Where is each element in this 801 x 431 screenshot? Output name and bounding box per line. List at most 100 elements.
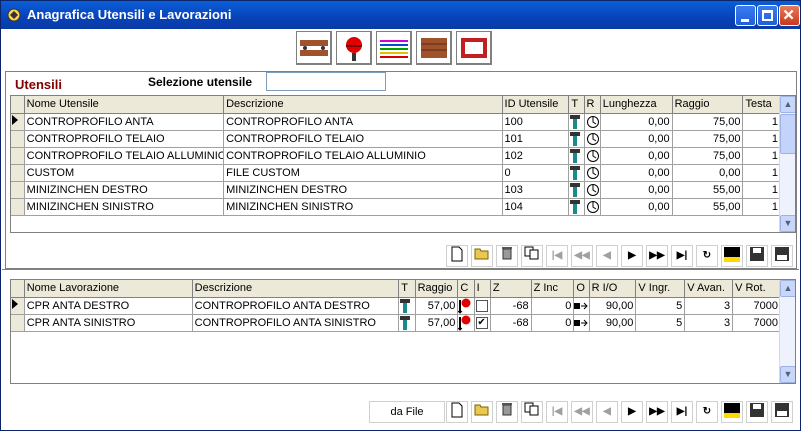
cell-r-io[interactable]: 90,00 [589, 297, 637, 315]
cell-descrizione[interactable]: MINIZINCHEN SINISTRO [223, 198, 503, 216]
cell-i[interactable] [474, 297, 491, 315]
table-row[interactable]: MINIZINCHEN DESTRO MINIZINCHEN DESTRO 103 0… [11, 181, 781, 199]
scroll-thumb[interactable] [780, 114, 795, 154]
cell-raggio[interactable]: 55,00 [672, 198, 744, 216]
col-r-io[interactable]: R I/O [589, 280, 637, 298]
tool-cutter-button[interactable] [336, 31, 372, 65]
cell-descrizione[interactable]: CONTROPROFILO TELAIO [223, 130, 503, 148]
cell-descrizione[interactable]: CONTROPROFILO ANTA DESTRO [192, 297, 400, 315]
cell-lunghezza[interactable]: 0,00 [600, 113, 673, 131]
cell-raggio[interactable]: 57,00 [415, 297, 459, 315]
col-v-avan[interactable]: V Avan. [684, 280, 734, 298]
scroll-up-button[interactable]: ▲ [780, 96, 795, 113]
row-indicator[interactable] [11, 147, 25, 165]
cell-id[interactable]: 101 [502, 130, 570, 148]
first-button[interactable]: |◀ [546, 245, 568, 267]
last-button[interactable]: ▶| [671, 245, 693, 267]
copy-button[interactable] [521, 401, 543, 423]
cell-id[interactable]: 103 [502, 181, 570, 199]
cell-nome[interactable]: CONTROPROFILO ANTA [24, 113, 225, 131]
col-lunghezza[interactable]: Lunghezza [600, 96, 673, 114]
export-button[interactable] [771, 401, 793, 423]
cell-nome[interactable]: MINIZINCHEN SINISTRO [24, 198, 225, 216]
col-testa[interactable]: Testa [742, 96, 781, 114]
col-r[interactable]: R [584, 96, 601, 114]
cell-lunghezza[interactable]: 0,00 [600, 181, 673, 199]
cell-raggio[interactable]: 0,00 [672, 164, 744, 182]
cell-nome[interactable]: CUSTOM [24, 164, 225, 182]
row-indicator[interactable] [11, 181, 25, 199]
scroll-up-button[interactable]: ▲ [780, 280, 795, 297]
cell-descrizione[interactable]: CONTROPROFILO TELAIO ALLUMINIO [223, 147, 503, 165]
new-button[interactable] [446, 245, 468, 267]
col-descrizione[interactable]: Descrizione [192, 280, 400, 298]
cell-nome[interactable]: CONTROPROFILO TELAIO ALLUMINIO [24, 147, 225, 165]
first-button[interactable]: |◀ [546, 401, 568, 423]
row-indicator[interactable] [11, 198, 25, 216]
cell-raggio[interactable]: 57,00 [415, 314, 459, 332]
cell-id[interactable]: 100 [502, 113, 570, 131]
cell-testa[interactable]: 1 [742, 198, 781, 216]
cell-descrizione[interactable]: FILE CUSTOM [223, 164, 503, 182]
row-indicator[interactable] [11, 297, 25, 315]
col-t[interactable]: T [568, 96, 585, 114]
cell-descrizione[interactable]: CONTROPROFILO ANTA SINISTRO [192, 314, 400, 332]
col-raggio[interactable]: Raggio [672, 96, 744, 114]
i-checkbox[interactable] [475, 299, 488, 312]
last-button[interactable]: ▶| [671, 401, 693, 423]
cell-v-rot[interactable]: 7000 [732, 297, 781, 315]
new-button[interactable] [446, 401, 468, 423]
cell-descrizione[interactable]: CONTROPROFILO ANTA [223, 113, 503, 131]
refresh-button[interactable]: ↻ [696, 245, 718, 267]
col-z-inc[interactable]: Z Inc [531, 280, 575, 298]
open-button[interactable] [471, 245, 493, 267]
cell-raggio[interactable]: 75,00 [672, 130, 744, 148]
col-o[interactable]: O [573, 280, 590, 298]
cell-testa[interactable]: 1 [742, 181, 781, 199]
cell-lunghezza[interactable]: 0,00 [600, 164, 673, 182]
col-nome-lavorazione[interactable]: Nome Lavorazione [24, 280, 193, 298]
cell-descrizione[interactable]: MINIZINCHEN DESTRO [223, 181, 503, 199]
row-indicator[interactable] [11, 314, 25, 332]
utensili-scrollbar[interactable]: ▲ ▼ [779, 96, 795, 232]
copy-button[interactable] [521, 245, 543, 267]
cell-lunghezza[interactable]: 0,00 [600, 198, 673, 216]
cell-raggio[interactable]: 75,00 [672, 147, 744, 165]
table-row[interactable]: CONTROPROFILO ANTA CONTROPROFILO ANTA 100 0… [11, 113, 781, 131]
tool-profile-button[interactable] [296, 31, 332, 65]
prev-button[interactable]: ◀ [596, 401, 618, 423]
tool-layers-button[interactable] [376, 31, 412, 65]
prev-button[interactable]: ◀ [596, 245, 618, 267]
cell-nome[interactable]: MINIZINCHEN DESTRO [24, 181, 225, 199]
table-row[interactable]: CONTROPROFILO TELAIO CONTROPROFILO TELAIO… [11, 130, 781, 148]
lavorazioni-scrollbar[interactable]: ▲ ▼ [779, 280, 795, 383]
row-indicator[interactable] [11, 113, 25, 131]
cell-id[interactable]: 0 [502, 164, 570, 182]
minimize-button[interactable] [735, 5, 756, 26]
delete-button[interactable] [496, 245, 518, 267]
cell-lunghezza[interactable]: 0,00 [600, 130, 673, 148]
next-button[interactable]: ▶ [621, 245, 643, 267]
next-button[interactable]: ▶ [621, 401, 643, 423]
open-button[interactable] [471, 401, 493, 423]
cell-id[interactable]: 102 [502, 147, 570, 165]
next-page-button[interactable]: ▶▶ [646, 401, 668, 423]
filter-button[interactable] [721, 245, 743, 267]
tool-frame-button[interactable] [456, 31, 492, 65]
table-row[interactable]: CUSTOM FILE CUSTOM 0 0,00 0,00 1 [11, 164, 781, 182]
tool-panel-button[interactable] [416, 31, 452, 65]
row-indicator[interactable] [11, 130, 25, 148]
table-row[interactable]: MINIZINCHEN SINISTRO MINIZINCHEN SINISTRO… [11, 198, 781, 216]
cell-z-inc[interactable]: 0 [531, 314, 575, 332]
cell-r-io[interactable]: 90,00 [589, 314, 637, 332]
col-v-ingr[interactable]: V Ingr. [635, 280, 686, 298]
cell-v-avan[interactable]: 3 [684, 297, 734, 315]
cell-i[interactable]: ✔ [474, 314, 491, 332]
prev-page-button[interactable]: ◀◀ [571, 245, 593, 267]
cell-testa[interactable]: 1 [742, 147, 781, 165]
utensili-grid[interactable]: Nome Utensile Descrizione ID Utensile T R Lun… [10, 95, 796, 233]
table-row[interactable]: CPR ANTA DESTRO CONTROPROFILO ANTA DESTRO… [11, 297, 781, 315]
cell-z[interactable]: -68 [490, 314, 532, 332]
table-row[interactable]: CONTROPROFILO TELAIO ALLUMINIO CONTROPROF… [11, 147, 781, 165]
col-t[interactable]: T [398, 280, 416, 298]
